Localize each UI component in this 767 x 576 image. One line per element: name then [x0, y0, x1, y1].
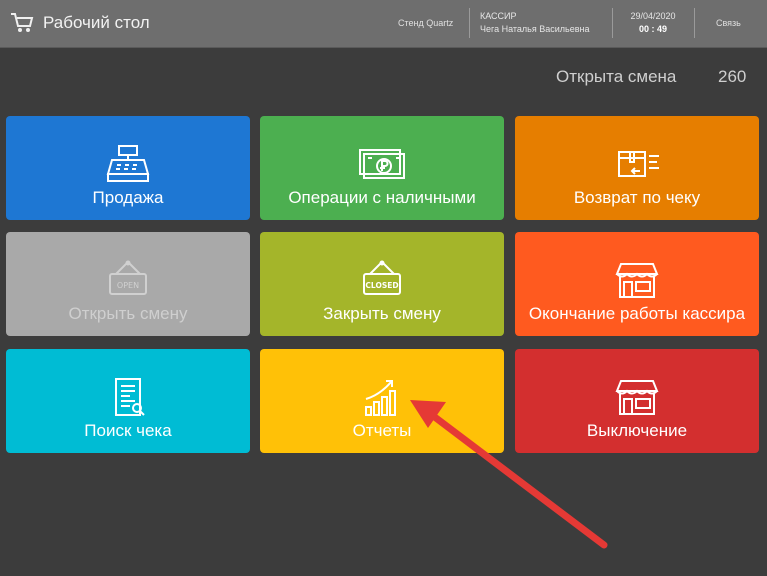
return-box-icon: [618, 151, 659, 177]
reports-label: Отчеты: [352, 421, 412, 440]
close-shift-button[interactable]: CLOSED Закрыть смену: [260, 232, 504, 336]
cash-register-icon: [106, 145, 150, 182]
closed-sign-icon: CLOSED: [363, 260, 401, 295]
shutdown-button[interactable]: Выключение: [515, 349, 759, 453]
receipt-icon: [115, 378, 145, 416]
find-receipt-button[interactable]: Поиск чека: [6, 349, 250, 453]
user-name: Чега Наталья Васильевна: [480, 24, 590, 34]
open-shift-label: Открыть смену: [68, 304, 188, 323]
return-label: Возврат по чеку: [573, 188, 701, 207]
return-by-receipt-button[interactable]: Возврат по чеку: [515, 116, 759, 220]
cart-icon[interactable]: [10, 12, 34, 34]
divider: [612, 8, 613, 38]
find-receipt-label: Поиск чека: [84, 421, 172, 440]
shop-icon: [615, 380, 659, 415]
cash-operations-label: Операции с наличными: [288, 188, 476, 207]
shift-number: 260: [718, 67, 747, 86]
user-info: КАССИР Чега Наталья Васильевна: [480, 10, 589, 36]
user-role: КАССИР: [480, 11, 517, 21]
divider: [694, 8, 695, 38]
shop-icon: [615, 263, 659, 298]
shutdown-label: Выключение: [586, 421, 688, 440]
sale-label: Продажа: [92, 188, 164, 207]
sale-button[interactable]: Продажа: [6, 116, 250, 220]
closed-sign-text: CLOSED: [365, 281, 398, 290]
open-sign-icon: OPEN: [109, 260, 147, 295]
reports-button[interactable]: Отчеты: [260, 349, 504, 453]
stand-name: Стенд Quartz: [398, 18, 454, 28]
date-time: 29/04/2020 00 : 49: [620, 10, 686, 36]
cash-operations-button[interactable]: Операции с наличными: [260, 116, 504, 220]
divider: [469, 8, 470, 38]
app-title: Рабочий стол: [43, 13, 150, 32]
cash-icon: [359, 149, 405, 179]
chart-growth-icon: [365, 380, 396, 416]
date: 29/04/2020: [630, 11, 676, 21]
top-bar: Рабочий стол Стенд Quartz КАССИР Чега На…: [0, 0, 767, 48]
connection-link[interactable]: Связь: [716, 18, 741, 28]
end-work-label: Окончание работы кассира: [528, 304, 746, 323]
time: 00 : 49: [638, 24, 668, 34]
open-shift-button[interactable]: OPEN Открыть смену: [6, 232, 250, 336]
shift-status: Открыта смена: [556, 67, 677, 86]
close-shift-label: Закрыть смену: [323, 304, 441, 323]
end-cashier-work-button[interactable]: Окончание работы кассира: [515, 232, 759, 336]
open-sign-text: OPEN: [117, 281, 139, 290]
